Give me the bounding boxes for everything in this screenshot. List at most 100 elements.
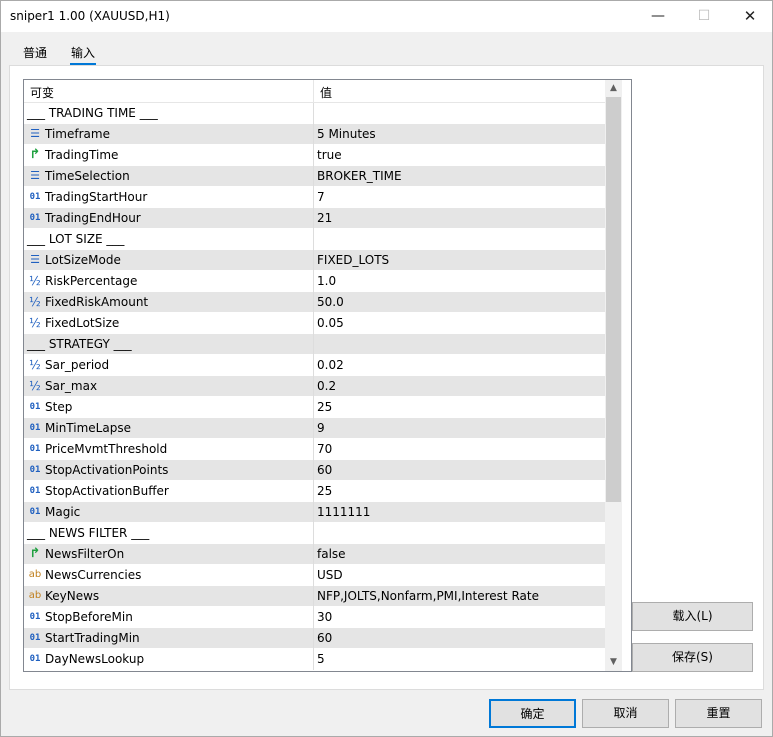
parameter-row[interactable]: StopActivationBuffer 25 (24, 481, 605, 502)
enum-list-icon (28, 127, 42, 141)
parameter-row[interactable]: Timeframe 5 Minutes (24, 124, 605, 145)
parameter-value[interactable]: 60 (317, 463, 332, 477)
parameter-value[interactable]: 25 (317, 400, 332, 414)
parameter-value[interactable]: false (317, 547, 346, 561)
parameter-name: RiskPercentage (45, 274, 138, 288)
column-divider (313, 418, 314, 439)
parameter-value[interactable]: 70 (317, 442, 332, 456)
parameter-value[interactable]: 60 (317, 631, 332, 645)
parameter-row[interactable]: TradingTime true (24, 145, 605, 166)
scroll-thumb[interactable] (606, 97, 621, 502)
integer-icon (28, 610, 42, 624)
parameter-row[interactable]: TradingStartHour 7 (24, 187, 605, 208)
vertical-scrollbar[interactable]: ▲ ▼ (605, 80, 622, 671)
parameter-value[interactable]: 1.0 (317, 274, 336, 288)
integer-icon (28, 400, 42, 414)
parameter-name: Sar_period (45, 358, 110, 372)
parameter-row[interactable]: FixedLotSize 0.05 (24, 313, 605, 334)
column-divider (313, 565, 314, 586)
parameter-name: Step (45, 400, 73, 414)
save-button[interactable]: 保存(S) (632, 643, 753, 672)
parameter-value[interactable]: 0.02 (317, 358, 344, 372)
section-header-row[interactable]: ___ TRADING TIME ___ (24, 103, 605, 124)
parameter-row[interactable]: DayNewsLookup 5 (24, 649, 605, 670)
parameter-row[interactable]: FixedRiskAmount 50.0 (24, 292, 605, 313)
parameter-name: PriceMvmtThreshold (45, 442, 168, 456)
boolean-arrow-icon (28, 148, 42, 162)
enum-list-icon (28, 253, 42, 267)
parameter-name: TradingStartHour (45, 190, 148, 204)
cancel-button[interactable]: 取消 (582, 699, 669, 728)
column-divider (313, 250, 314, 271)
column-divider (313, 544, 314, 565)
parameter-row[interactable]: StopBeforeMin 30 (24, 607, 605, 628)
parameter-row[interactable]: Step 25 (24, 397, 605, 418)
reset-button[interactable]: 重置 (675, 699, 762, 728)
parameter-row[interactable]: TradingEndHour 21 (24, 208, 605, 229)
title-bar: sniper1 1.00 (XAUUSD,H1) — ☐ ✕ (1, 1, 772, 32)
parameter-value[interactable]: true (317, 148, 342, 162)
ok-button[interactable]: 确定 (489, 699, 576, 728)
parameter-value[interactable]: 5 Minutes (317, 127, 376, 141)
scroll-down-arrow-icon[interactable]: ▼ (605, 654, 622, 671)
parameter-name: FixedRiskAmount (45, 295, 149, 309)
scroll-up-arrow-icon[interactable]: ▲ (605, 80, 622, 97)
parameter-value[interactable]: 1111111 (317, 505, 370, 519)
parameter-value[interactable]: 9 (317, 421, 325, 435)
integer-icon (28, 631, 42, 645)
parameter-row[interactable]: Magic 1111111 (24, 502, 605, 523)
header-divider[interactable] (313, 80, 314, 103)
string-icon (28, 589, 42, 603)
parameter-value[interactable]: NFP,JOLTS,Nonfarm,PMI,Interest Rate (317, 589, 539, 603)
parameter-row[interactable]: KeyNews NFP,JOLTS,Nonfarm,PMI,Interest Ra… (24, 586, 605, 607)
grid-header: 可变 值 (24, 80, 605, 103)
integer-icon (28, 190, 42, 204)
column-divider (313, 439, 314, 460)
integer-icon (28, 505, 42, 519)
tab-inputs[interactable]: 输入 (69, 44, 97, 65)
column-divider (313, 313, 314, 334)
minimize-button[interactable]: — (635, 1, 681, 32)
parameter-row[interactable]: NewsFilterOn false (24, 544, 605, 565)
header-variable[interactable]: 可变 (30, 84, 54, 101)
parameter-row[interactable]: PriceMvmtThreshold 70 (24, 439, 605, 460)
parameter-name: Magic (45, 505, 81, 519)
double-icon (28, 358, 42, 372)
parameter-row[interactable]: MinTimeLapse 9 (24, 418, 605, 439)
parameter-row[interactable]: Sar_max 0.2 (24, 376, 605, 397)
parameter-row[interactable]: RiskPercentage 1.0 (24, 271, 605, 292)
parameter-name: TradingTime (45, 148, 119, 162)
parameter-value[interactable]: BROKER_TIME (317, 169, 402, 183)
parameter-value[interactable]: 50.0 (317, 295, 344, 309)
parameter-value[interactable]: FIXED_LOTS (317, 253, 389, 267)
parameter-value[interactable]: 30 (317, 610, 332, 624)
parameter-value[interactable]: 5 (317, 652, 325, 666)
parameter-value[interactable]: 25 (317, 484, 332, 498)
double-icon (28, 379, 42, 393)
column-divider (313, 376, 314, 397)
parameter-row[interactable]: TimeSelection BROKER_TIME (24, 166, 605, 187)
parameter-value[interactable]: 21 (317, 211, 332, 225)
parameter-row[interactable]: StopActivationPoints 60 (24, 460, 605, 481)
boolean-arrow-icon (28, 547, 42, 561)
parameter-value[interactable]: 0.05 (317, 316, 344, 330)
header-value[interactable]: 值 (320, 84, 332, 101)
parameter-name: MinTimeLapse (45, 421, 131, 435)
parameter-value[interactable]: 7 (317, 190, 325, 204)
parameter-value[interactable]: USD (317, 568, 343, 582)
tab-common[interactable]: 普通 (23, 44, 47, 61)
section-header-row[interactable]: ___ STRATEGY ___ (24, 334, 605, 355)
section-header-row[interactable]: ___ LOT SIZE ___ (24, 229, 605, 250)
parameter-row[interactable]: LotSizeMode FIXED_LOTS (24, 250, 605, 271)
parameter-row[interactable]: NewsCurrencies USD (24, 565, 605, 586)
parameter-name: ___ STRATEGY ___ (27, 337, 132, 351)
section-header-row[interactable]: ___ NEWS FILTER ___ (24, 523, 605, 544)
tab-strip: 普通 输入 (1, 32, 772, 65)
parameter-value[interactable]: 0.2 (317, 379, 336, 393)
load-button[interactable]: 载入(L) (632, 602, 753, 631)
parameter-name: StopActivationBuffer (45, 484, 169, 498)
close-button[interactable]: ✕ (727, 1, 773, 32)
string-icon (28, 568, 42, 582)
parameter-row[interactable]: Sar_period 0.02 (24, 355, 605, 376)
parameter-row[interactable]: StartTradingMin 60 (24, 628, 605, 649)
